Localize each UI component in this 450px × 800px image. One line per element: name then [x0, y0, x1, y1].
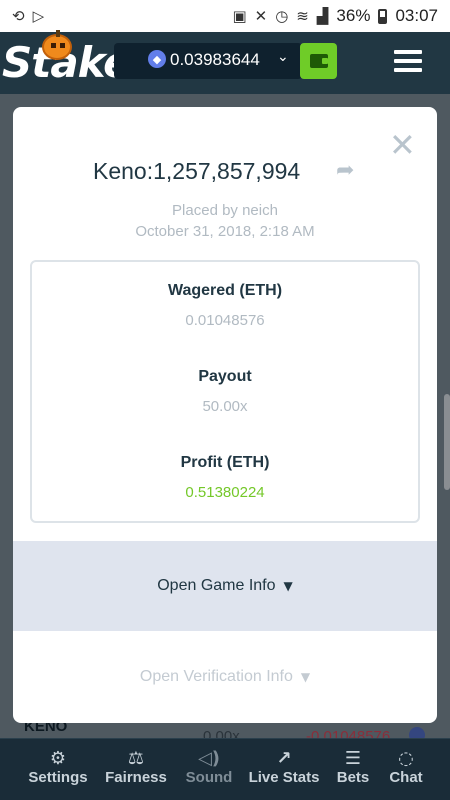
wifi-icon: ≋	[296, 7, 309, 25]
nav-settings[interactable]: ⚙ Settings	[20, 739, 96, 800]
status-bar-left: ⟲ ▷	[12, 7, 44, 25]
play-store-icon: ▷	[32, 7, 45, 25]
chat-bubble-icon: ◌	[398, 748, 414, 769]
clock: 03:07	[395, 6, 438, 25]
payout-value: 50.00x	[202, 398, 248, 415]
bet-details-modal: ✕ Keno:1,257,857,994 ➦ Placed by neich O…	[13, 107, 437, 723]
bet-date: October 31, 2018, 2:18 AM	[135, 223, 315, 240]
gear-icon: ⚙	[49, 748, 67, 769]
bottom-nav: ⚙ Settings ⚖ Fairness ◁) Sound ↗ Live St…	[0, 738, 450, 800]
placed-by: Placed by neich	[172, 202, 278, 219]
nav-bets[interactable]: ☰ Bets	[332, 739, 374, 800]
wagered-label: Wagered (ETH)	[167, 282, 283, 299]
close-icon[interactable]: ✕	[389, 129, 416, 161]
hamburger-menu-icon[interactable]	[394, 50, 422, 72]
bet-title: Keno:1,257,857,994	[93, 158, 301, 184]
open-verification-info-button[interactable]: Open Verification Info ▼	[13, 631, 437, 723]
ethereum-icon: ◆	[148, 50, 166, 68]
profit-label: Profit (ETH)	[180, 454, 270, 471]
notification-icon: ▣	[232, 7, 247, 25]
wagered-value: 0.01048576	[185, 312, 265, 329]
chart-line-icon: ↗	[276, 748, 292, 769]
nav-fairness[interactable]: ⚖ Fairness	[100, 739, 172, 800]
pumpkin-icon	[42, 30, 72, 60]
nav-live-stats[interactable]: ↗ Live Stats	[246, 739, 322, 800]
chevron-down-icon: ▼	[300, 670, 311, 684]
balance-value: 0.03983644	[170, 50, 260, 69]
share-icon[interactable]: ➦	[336, 158, 354, 183]
battery-icon	[378, 8, 388, 24]
mute-icon: ✕	[254, 7, 268, 25]
signal-icon: ▟	[316, 7, 329, 25]
payout-label: Payout	[198, 368, 252, 385]
game-info-label: Open Game Info	[157, 577, 276, 594]
status-bar: ⟲ ▷ ▣ ✕ ◷ ≋ ▟ 36% 03:07	[0, 0, 450, 32]
alarm-icon: ◷	[275, 7, 289, 25]
scales-icon: ⚖	[127, 748, 145, 769]
nav-sound[interactable]: ◁) Sound	[178, 739, 240, 800]
battery-percent: 36%	[336, 6, 371, 25]
sync-icon: ⟲	[12, 7, 25, 25]
chevron-down-icon: ▼	[283, 579, 293, 593]
open-game-info-button[interactable]: Open Game Info ▼	[13, 541, 437, 631]
verification-info-label: Open Verification Info	[139, 668, 293, 685]
scrollbar[interactable]	[444, 394, 450, 490]
wallet-icon	[309, 54, 328, 68]
nav-chat[interactable]: ◌ Chat	[384, 739, 428, 800]
wallet-button[interactable]	[300, 43, 337, 79]
list-icon: ☰	[344, 748, 362, 769]
chevron-down-icon[interactable]: ⌄	[277, 49, 289, 65]
status-bar-right: ▣ ✕ ◷ ≋ ▟ 36% 03:07	[232, 6, 438, 26]
profit-value: 0.51380224	[185, 484, 265, 501]
speaker-icon: ◁)	[197, 748, 221, 769]
bet-stats-panel: Wagered (ETH) 0.01048576 Payout 50.00x P…	[30, 260, 420, 523]
